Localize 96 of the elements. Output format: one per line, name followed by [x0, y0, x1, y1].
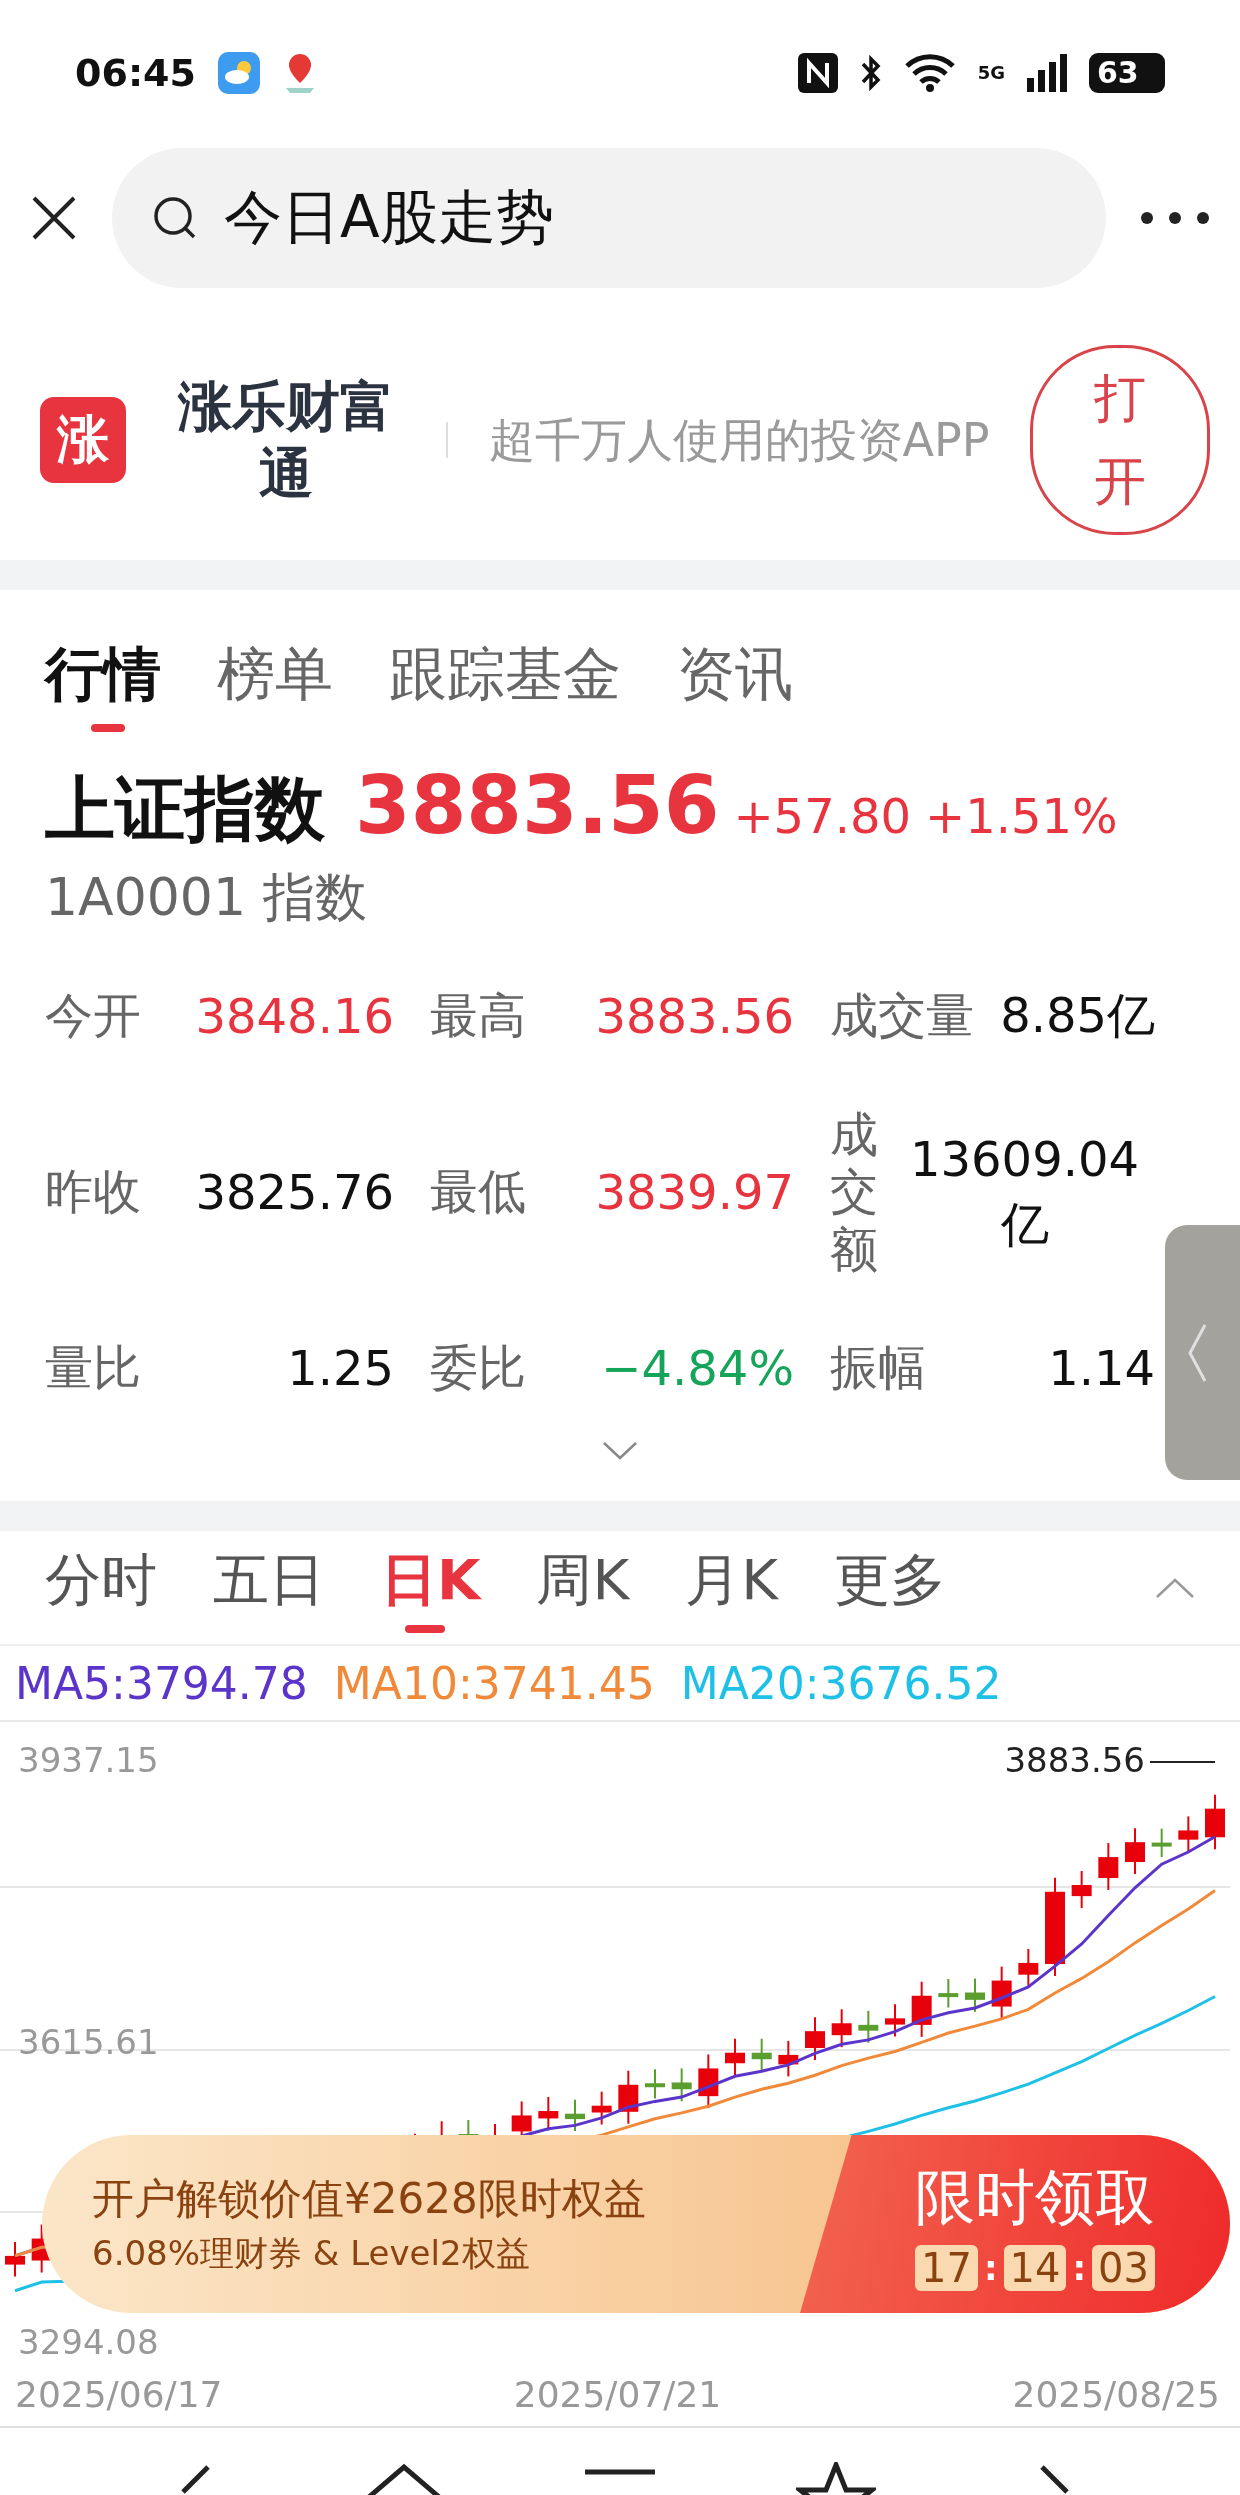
promo-title: 开户解锁价值¥2628限时权益 [92, 2173, 647, 2225]
app-slogan: 超千万人使用的投资APP [487, 411, 991, 469]
candlestick [565, 2098, 585, 2133]
open-app-button[interactable]: 打开 [1030, 345, 1210, 535]
candlestick [965, 1977, 985, 2013]
period-tab[interactable]: 月K [685, 1542, 778, 1633]
period-tab[interactable]: 更多 [833, 1542, 946, 1633]
claim-button[interactable]: 限时领取 [915, 2157, 1155, 2239]
date-label: 2025/07/21 [513, 2373, 722, 2415]
countdown-digits: 14 [1003, 2244, 1067, 2291]
stat-value: 3839.97 [594, 1164, 794, 1220]
candlestick [1018, 1947, 1039, 1988]
app-name: 涨乐财富通 [176, 373, 395, 507]
candlestick [725, 2037, 745, 2077]
price-change: +57.80 [733, 788, 911, 844]
stat-value: 3825.76 [194, 1164, 394, 1220]
date-label: 2025/06/17 [15, 2373, 223, 2415]
stat-label: 量比 [45, 1338, 141, 1397]
stat-label: 最低 [430, 1162, 526, 1221]
period-tab[interactable]: 分时 [45, 1542, 157, 1633]
battery-level: 63 [1089, 52, 1165, 93]
candlestick [1205, 1793, 1225, 1851]
index-name: 上证指数 [45, 767, 325, 852]
stat-value: 13609.04亿 [909, 1130, 1140, 1254]
date-label: 2025/08/25 [1012, 2373, 1220, 2415]
weather-icon [217, 51, 260, 94]
section-tab[interactable]: 行情 [45, 632, 161, 732]
stat-label: 成交量 [830, 986, 974, 1045]
last-price-label: 3883.56 [1004, 1740, 1145, 1780]
axis-label: 3615.61 [18, 2022, 159, 2062]
period-tab[interactable]: 周K [536, 1542, 630, 1633]
axis-label: 3937.15 [18, 1740, 159, 1780]
candlestick [1178, 1815, 1199, 1853]
side-handle[interactable] [1165, 1225, 1240, 1480]
moving-average: MA5:3794.78 [15, 1657, 308, 1709]
countdown-separator: : [1072, 2247, 1087, 2288]
stat-label: 成交额 [830, 1105, 878, 1279]
moving-average: MA20:3676.52 [680, 1657, 1002, 1709]
stat-value: 3883.56 [594, 988, 794, 1044]
leader-line [1149, 1761, 1216, 1763]
countdown-separator: : [983, 2247, 998, 2288]
stat-value: 8.85亿 [999, 986, 1155, 1045]
countdown-digits: 03 [1092, 2244, 1155, 2291]
axis-label: 3294.08 [18, 2322, 159, 2362]
candlestick [805, 2016, 825, 2061]
section-tab[interactable]: 跟踪基金 [389, 632, 621, 732]
period-tab[interactable]: 日K [381, 1542, 481, 1633]
stat-value: 1.25 [286, 1340, 394, 1396]
section-tab[interactable]: 资讯 [677, 632, 793, 732]
candlestick [618, 2069, 639, 2125]
stat-value: 1.14 [1047, 1340, 1155, 1396]
index-code: 1A0001 指数 [44, 866, 368, 929]
collapse-icon[interactable] [1155, 1576, 1195, 1599]
promo-subtitle: 6.08%理财券 & Level2权益 [92, 2232, 531, 2275]
wifi-icon [903, 53, 956, 92]
candlestick [1098, 1842, 1119, 1892]
candlestick [591, 2090, 612, 2126]
search-icon [152, 194, 198, 241]
stat-label: 昨收 [45, 1162, 141, 1221]
search-field[interactable]: 今日A股走势 [112, 147, 1106, 288]
candlestick [938, 1978, 959, 2009]
chevron-left-icon [1187, 1322, 1207, 1383]
candlestick [1125, 1827, 1145, 1875]
network-type: 5G [977, 62, 1005, 83]
section-tab[interactable]: 榜单 [217, 632, 333, 732]
candlestick [778, 2039, 799, 2078]
status-time: 06:45 [75, 50, 196, 95]
candlestick [991, 1965, 1012, 2020]
countdown-digits: 17 [915, 2244, 978, 2291]
bluetooth-icon [859, 53, 882, 92]
candlestick [671, 2067, 692, 2103]
percent-change: +1.51% [925, 788, 1118, 844]
candlestick [858, 2009, 879, 2044]
candlestick [645, 2068, 665, 2100]
nfc-icon [797, 52, 838, 93]
index-price: 3883.56 [355, 759, 720, 852]
candlestick [5, 2240, 25, 2278]
stat-label: 最高 [430, 986, 526, 1045]
period-tab[interactable]: 五日 [213, 1542, 325, 1633]
candlestick [885, 2003, 905, 2038]
stat-value: 3848.16 [194, 988, 394, 1044]
stat-label: 委比 [430, 1338, 526, 1397]
moving-average: MA10:3741.45 [333, 1657, 655, 1709]
candlestick [1071, 1870, 1092, 1910]
expand-icon[interactable] [602, 1441, 638, 1461]
app-logo: 涨 [40, 397, 126, 483]
promo-banner[interactable]: 开户解锁价值¥2628限时权益 6.08%理财券 & Level2权益 限时领取 17 : 14 : 03 [42, 2135, 1230, 2313]
candlestick [831, 2008, 852, 2049]
stat-value: −4.84% [600, 1340, 794, 1396]
more-icon[interactable] [1140, 210, 1210, 225]
signal-icon [1027, 53, 1067, 92]
stat-label: 今开 [45, 986, 141, 1045]
candlestick [911, 1980, 932, 2038]
candlestick [751, 2037, 772, 2073]
stat-label: 振幅 [830, 1338, 926, 1397]
candlestick [1151, 1827, 1172, 1859]
